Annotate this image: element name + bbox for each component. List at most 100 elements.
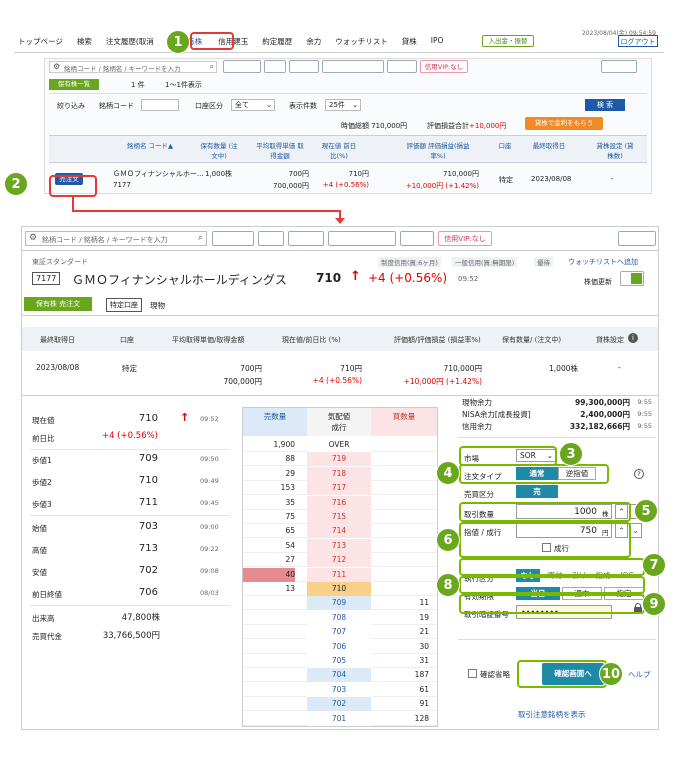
book-sell-qty[interactable]: 65 (243, 524, 295, 538)
search-submit-button[interactable]: 検 索 (585, 99, 625, 111)
book-price[interactable]: 711 (307, 567, 371, 582)
condition-search-button[interactable]: 条件検索 (212, 231, 254, 246)
book-price[interactable]: 718 (307, 466, 371, 481)
book-buy-qty[interactable]: 128 (371, 712, 429, 726)
book-sell-qty[interactable]: 54 (243, 539, 295, 553)
book-buy-qty[interactable] (371, 568, 429, 582)
general-sell-button[interactable]: 一般売 (289, 60, 319, 73)
help-link[interactable]: ヘルプ (628, 669, 651, 680)
book-buy-qty[interactable]: 11 (371, 596, 429, 610)
book-buy-qty[interactable] (371, 438, 429, 452)
nav-ipo[interactable]: IPO (431, 36, 444, 50)
book-buy-qty[interactable]: 19 (371, 611, 429, 625)
info-icon[interactable]: i (628, 333, 638, 343)
book-sell-qty[interactable]: 153 (243, 481, 295, 495)
book-price[interactable]: 714 (307, 524, 371, 539)
book-price[interactable]: 713 (307, 538, 371, 553)
book-price[interactable]: 719 (307, 452, 371, 467)
tab-holdings-sell[interactable]: 保有株 売注文 (24, 297, 92, 311)
book-price[interactable]: 716 (307, 495, 371, 510)
book-buy-qty[interactable]: 21 (371, 625, 429, 639)
account-select[interactable]: 全て ⌄ (231, 99, 275, 111)
deposit-button[interactable]: 入出金・振替 (482, 35, 534, 47)
book-sell-qty[interactable]: 29 (243, 467, 295, 481)
nav-watchlist[interactable]: ウォッチリスト (335, 36, 388, 50)
screening-button[interactable]: スクリーニング (328, 231, 396, 246)
search-icon[interactable]: ⌕ (210, 62, 214, 72)
book-buy-qty[interactable]: 31 (371, 654, 429, 668)
refresh-button[interactable]: ↻ 更新 (618, 231, 656, 246)
book-sell-qty[interactable]: 75 (243, 510, 295, 524)
side-sell[interactable]: 売 (516, 485, 558, 498)
book-buy-qty[interactable] (371, 539, 429, 553)
condition-search-button[interactable]: 条件検索 (223, 60, 261, 73)
book-sell-qty[interactable] (243, 596, 295, 610)
book-price[interactable]: 707 (307, 625, 371, 640)
book-buy-qty[interactable]: 61 (371, 683, 429, 697)
book-buy-qty[interactable] (371, 496, 429, 510)
book-sell-qty[interactable] (243, 611, 295, 625)
book-sell-qty[interactable] (243, 712, 295, 726)
book-sell-qty[interactable] (243, 697, 295, 711)
search-box[interactable]: ⚙ 銘柄コード / 銘柄名 / キーワードを入力 ⌕ (25, 231, 207, 246)
book-buy-qty[interactable] (371, 452, 429, 466)
book-sell-qty[interactable]: 35 (243, 496, 295, 510)
screening-button[interactable]: スクリーニング (322, 60, 384, 73)
book-buy-qty[interactable] (371, 467, 429, 481)
help-button[interactable]: ヘルプ (387, 60, 417, 73)
nav-lending[interactable]: 貸株 (402, 36, 417, 50)
stock-name[interactable]: ＧＭＯフィナンシャルホー... (113, 169, 204, 179)
code-input[interactable] (141, 99, 179, 111)
nav-search[interactable]: 検索 (77, 36, 92, 50)
nav-executions[interactable]: 約定履歴 (262, 36, 292, 50)
book-sell-qty[interactable] (243, 654, 295, 668)
search-box[interactable]: ⚙ 銘柄コード / 銘柄名 / キーワードを入力 ⌕ (49, 61, 217, 73)
help-icon[interactable]: ? (634, 469, 644, 479)
search-icon[interactable]: ⌕ (198, 233, 203, 243)
add-watchlist-link[interactable]: ウォッチリストへ追加 (568, 257, 638, 267)
auto-update-toggle[interactable] (620, 271, 644, 286)
book-buy-qty[interactable] (371, 582, 429, 596)
book-price[interactable]: 708 (307, 610, 371, 625)
per-page-select[interactable]: 25件 ⌄ (325, 99, 361, 111)
book-sell-qty[interactable]: 88 (243, 452, 295, 466)
book-price[interactable]: 715 (307, 510, 371, 524)
book-price[interactable]: 703 (307, 682, 371, 697)
help-button[interactable]: ヘルプ (400, 231, 434, 246)
book-buy-qty[interactable] (371, 510, 429, 524)
book-price[interactable]: 706 (307, 639, 371, 654)
book-price[interactable]: 712 (307, 553, 371, 568)
book-sell-qty[interactable] (243, 625, 295, 639)
book-sell-qty[interactable] (243, 668, 295, 682)
book-price[interactable]: 705 (307, 654, 371, 668)
benefit-button[interactable]: 優待 (258, 231, 284, 246)
book-sell-qty[interactable]: 27 (243, 553, 295, 567)
book-price[interactable]: OVER (307, 438, 371, 452)
refresh-button[interactable]: ↻ 更新 (601, 60, 637, 73)
book-price[interactable]: 702 (307, 697, 371, 712)
book-buy-qty[interactable]: 187 (371, 668, 429, 682)
benefit-button[interactable]: 優待 (264, 60, 286, 73)
book-price[interactable]: 701 (307, 711, 371, 726)
book-buy-qty[interactable]: 30 (371, 640, 429, 654)
skip-confirm-checkbox[interactable] (468, 669, 477, 678)
book-buy-qty[interactable] (371, 553, 429, 567)
nav-top[interactable]: トップページ (18, 36, 63, 50)
book-price[interactable]: 709 (307, 596, 371, 611)
lend-interest-button[interactable]: 貸株で金利をもらう (525, 117, 603, 130)
book-sell-qty[interactable]: 1,900 (243, 438, 295, 452)
col-name[interactable]: 銘柄名 コード▲ (125, 140, 175, 150)
book-price[interactable]: 710 (307, 582, 371, 596)
book-sell-qty[interactable] (243, 640, 295, 654)
nav-capacity[interactable]: 余力 (306, 36, 321, 50)
general-sell-button[interactable]: 一般売 (288, 231, 324, 246)
logout-button[interactable]: ログアウト (618, 35, 658, 47)
book-buy-qty[interactable] (371, 481, 429, 495)
book-buy-qty[interactable]: 91 (371, 697, 429, 711)
book-price[interactable]: 717 (307, 481, 371, 496)
book-sell-qty[interactable]: 13 (243, 582, 295, 596)
nav-orders[interactable]: 注文履歴(取消 (106, 36, 154, 50)
book-sell-qty[interactable]: 40 (243, 567, 295, 582)
book-sell-qty[interactable] (243, 683, 295, 697)
book-buy-qty[interactable] (371, 524, 429, 538)
